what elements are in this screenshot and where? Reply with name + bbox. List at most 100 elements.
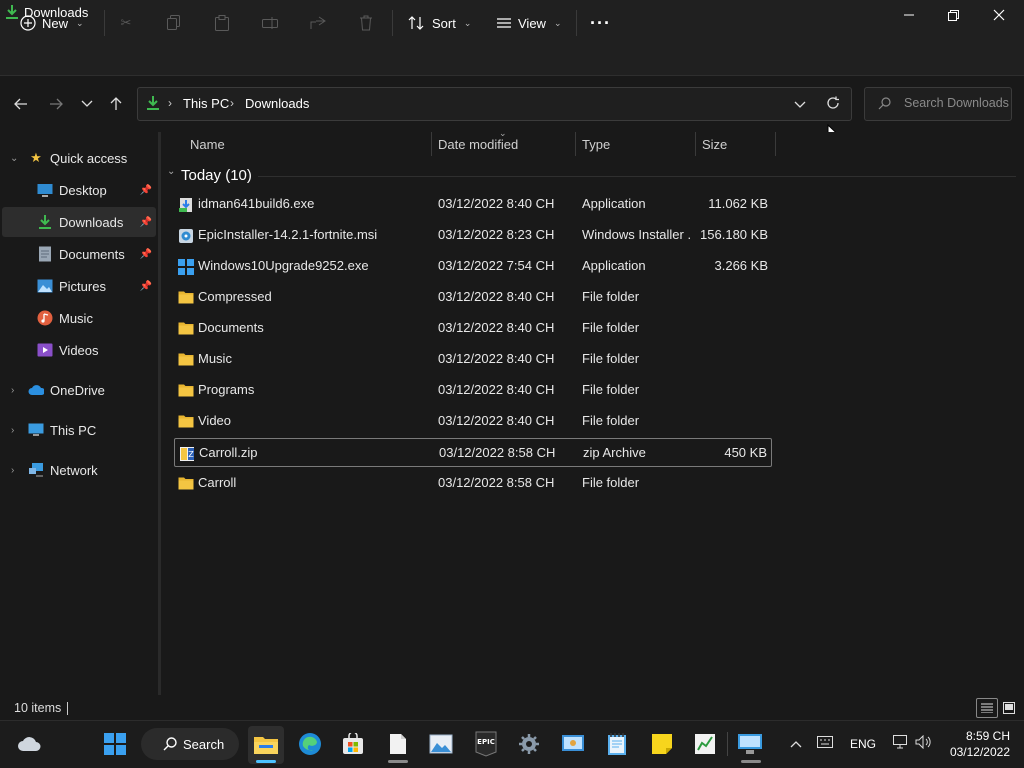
file-row[interactable]: Carroll 03/12/2022 8:58 CH File folder	[174, 469, 772, 498]
column-divider[interactable]	[575, 132, 576, 156]
file-name: idman641build6.exe	[198, 196, 315, 211]
column-divider[interactable]	[695, 132, 696, 156]
taskbar-epic-games[interactable]: EPIC	[470, 728, 502, 760]
keyboard-icon	[817, 736, 833, 748]
sidebar-item-this-pc[interactable]: › This PC	[2, 415, 156, 445]
file-row[interactable]: idman641build6.exe 03/12/2022 8:40 CH Appl…	[174, 190, 772, 219]
show-hidden-icons-button[interactable]	[790, 736, 802, 751]
sidebar-item-videos[interactable]: Videos	[2, 335, 156, 365]
new-button[interactable]: New ⌄	[20, 8, 84, 38]
input-language[interactable]: ENG	[850, 737, 876, 751]
sidebar-item-pictures[interactable]: Pictures 📌	[2, 271, 156, 301]
delete-icon[interactable]	[353, 10, 379, 36]
file-row[interactable]: Music 03/12/2022 8:40 CH File folder	[174, 345, 772, 374]
column-header-date[interactable]: Date modified	[438, 137, 518, 157]
start-button[interactable]	[99, 728, 131, 760]
refresh-button[interactable]	[826, 96, 840, 113]
sidebar-item-desktop[interactable]: Desktop 📌	[2, 175, 156, 205]
sidebar-item-onedrive[interactable]: › OneDrive	[2, 375, 156, 405]
volume-icon[interactable]	[915, 734, 933, 752]
search-placeholder: Search Downloads	[904, 96, 1009, 110]
copy-icon[interactable]	[161, 10, 187, 36]
file-name: Music	[198, 351, 232, 366]
column-header-name[interactable]: Name	[190, 137, 225, 157]
file-date-modified: 03/12/2022 8:40 CH	[438, 289, 555, 304]
clock-date[interactable]: 03/12/2022	[944, 745, 1010, 759]
svg-text:EPIC: EPIC	[477, 738, 495, 746]
details-view-button[interactable]	[976, 698, 998, 718]
column-divider[interactable]	[431, 132, 432, 156]
taskbar-sticky-notes[interactable]	[646, 728, 678, 760]
forward-button[interactable]	[44, 92, 68, 116]
file-size: 3.266 KB	[714, 258, 769, 273]
file-row[interactable]: Windows10Upgrade9252.exe 03/12/2022 7:54 …	[174, 252, 772, 281]
folder-icon	[178, 383, 194, 399]
sort-button[interactable]: Sort ⌄	[408, 8, 471, 38]
toolbar-divider	[392, 10, 393, 36]
chevron-right-icon: ›	[11, 424, 15, 436]
back-button[interactable]	[9, 92, 33, 116]
file-row[interactable]: Z Carroll.zip 03/12/2022 8:58 CH zip Archiv…	[174, 438, 772, 467]
taskbar-app[interactable]	[689, 728, 721, 760]
sidebar-item-label: Documents	[59, 246, 125, 262]
taskbar-store[interactable]	[337, 728, 369, 760]
remote-desktop-icon	[738, 734, 762, 754]
taskbar-photos[interactable]	[425, 728, 457, 760]
sidebar-item-music[interactable]: Music	[2, 303, 156, 333]
sidebar-quick-access[interactable]: ⌄ ★ Quick access	[2, 143, 156, 173]
sidebar-item-network[interactable]: › Network	[2, 455, 156, 485]
new-button-label: New	[42, 15, 69, 31]
sidebar-item-documents[interactable]: Documents 📌	[2, 239, 156, 269]
share-icon[interactable]	[305, 10, 331, 36]
column-header-type[interactable]: Type	[582, 137, 610, 157]
status-divider	[67, 702, 68, 715]
cut-icon[interactable]: ✂	[113, 10, 139, 36]
taskbar-notepad-file[interactable]	[382, 728, 414, 760]
picture-icon	[37, 278, 53, 294]
close-button[interactable]	[976, 0, 1022, 30]
file-row[interactable]: Programs 03/12/2022 8:40 CH File folder	[174, 376, 772, 405]
file-row[interactable]: Video 03/12/2022 8:40 CH File folder	[174, 407, 772, 436]
taskbar-edge[interactable]	[294, 728, 326, 760]
up-button[interactable]	[104, 92, 128, 116]
weather-widget[interactable]	[13, 728, 45, 760]
clock-time[interactable]: 8:59 CH	[962, 729, 1010, 743]
taskbar-notepad[interactable]	[601, 728, 633, 760]
address-dropdown-button[interactable]	[794, 97, 806, 112]
running-app-indicator	[388, 760, 408, 763]
taskbar-remote-desktop[interactable]	[734, 728, 766, 760]
file-row[interactable]: Compressed 03/12/2022 8:40 CH File folder	[174, 283, 772, 312]
sort-button-label: Sort	[432, 15, 456, 31]
add-circle-icon	[20, 15, 36, 31]
recent-locations-button[interactable]	[75, 92, 99, 116]
taskbar-settings[interactable]	[513, 728, 545, 760]
file-name: Carroll	[198, 475, 237, 490]
taskbar-search-button[interactable]: Search	[141, 728, 239, 760]
more-options-button[interactable]: ···	[590, 8, 611, 38]
file-type: File folder	[582, 320, 640, 335]
network-status-icon[interactable]	[893, 735, 909, 752]
breadcrumb-downloads[interactable]: Downloads	[245, 96, 309, 111]
minimize-button[interactable]	[886, 0, 932, 30]
touch-keyboard-button[interactable]	[817, 736, 833, 751]
file-row[interactable]: Documents 03/12/2022 8:40 CH File folder	[174, 314, 772, 343]
file-date-modified: 03/12/2022 8:58 CH	[439, 445, 556, 460]
column-header-size[interactable]: Size	[702, 137, 727, 157]
file-date-modified: 03/12/2022 8:40 CH	[438, 413, 555, 428]
taskbar-control-panel[interactable]	[557, 728, 589, 760]
sidebar-item-downloads[interactable]: Downloads 📌	[2, 207, 156, 237]
toolbar-divider	[576, 10, 577, 36]
file-date-modified: 03/12/2022 8:23 CH	[438, 227, 555, 242]
column-divider[interactable]	[775, 132, 776, 156]
taskbar-file-explorer[interactable]	[250, 728, 282, 760]
group-header[interactable]: Today (10)	[181, 167, 252, 184]
paste-icon[interactable]	[209, 10, 235, 36]
restore-button[interactable]	[930, 0, 976, 30]
view-button[interactable]: View ⌄	[496, 8, 562, 38]
file-row[interactable]: EpicInstaller-14.2.1-fortnite.msi 03/12/2…	[174, 221, 772, 250]
network-icon	[28, 462, 44, 478]
tiles-view-button[interactable]	[1001, 700, 1017, 716]
close-icon	[993, 9, 1005, 21]
rename-icon[interactable]	[257, 10, 283, 36]
breadcrumb-this-pc[interactable]: This PC	[183, 96, 229, 111]
